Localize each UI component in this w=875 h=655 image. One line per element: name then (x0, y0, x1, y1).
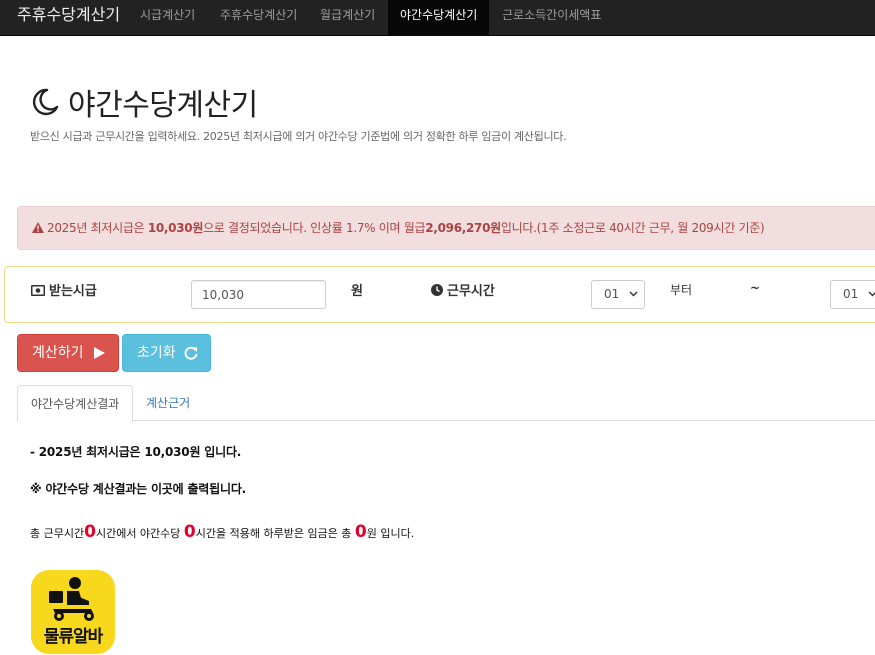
chevron-down-icon (629, 291, 638, 297)
tab-calculation-basis[interactable]: 계산근거 (133, 385, 203, 421)
warning-icon (32, 222, 44, 233)
alert-monthly: 2,096,270원 (425, 221, 501, 235)
logo-text: 물류알바 (43, 627, 104, 647)
result-notice: ※ 야간수당 계산결과는 이곳에 출력됩니다. (30, 482, 247, 496)
result-summary: 총 근무시간0시간에서 야간수당 0시간을 적용해 하루받은 임금은 총 0원 … (30, 522, 415, 542)
input-panel: 받는시급 원 근무시간 01 부터 ~ 01 (4, 266, 875, 323)
logistics-job-app-logo[interactable]: 물류알바 (31, 570, 115, 654)
page-title: 야간수당계산기 (68, 88, 258, 123)
min-wage-result-line: - 2025년 최저시급은 10,030원 입니다. (30, 445, 242, 459)
wage-label: 받는시급 (31, 280, 97, 299)
alert-prefix: 2025년 최저시급은 (47, 221, 148, 235)
reset-button[interactable]: 초기화 (122, 334, 211, 372)
nav-item-income-tax-table[interactable]: 근로소득간이세액표 (490, 0, 613, 36)
money-icon (31, 285, 45, 296)
chevron-down-icon (868, 291, 875, 297)
night-hours-value: 0 (183, 522, 196, 542)
nav-item-weekly-holiday-calculator[interactable]: 주휴수당계산기 (208, 0, 309, 36)
navbar-brand[interactable]: 주휴수당계산기 (17, 0, 120, 36)
nav-item-hourly-calculator[interactable]: 시급계산기 (128, 0, 207, 36)
total-hours-value: 0 (84, 522, 96, 542)
calculate-button[interactable]: 계산하기 (17, 334, 119, 372)
play-icon (94, 347, 105, 359)
total-pay-value: 0 (354, 522, 367, 542)
min-wage-alert: 2025년 최저시급은 10,030원으로 결정되었습니다. 인상률 1.7% … (17, 206, 875, 250)
tab-night-allowance-result[interactable]: 야간수당계산결과 (17, 385, 134, 422)
delivery-scooter-icon (49, 577, 94, 621)
end-hour-select[interactable]: 01 (830, 280, 875, 309)
start-hour-select[interactable]: 01 (591, 280, 645, 309)
clock-icon (431, 284, 443, 296)
alert-suffix: 입니다.(1주 소정근로 40시간 근무, 월 209시간 기준) (500, 221, 765, 235)
top-navbar: 주휴수당계산기 시급계산기 주휴수당계산기 월급계산기 야간수당계산기 근로소득… (0, 0, 875, 36)
alert-wage: 10,030원 (147, 221, 204, 235)
from-label: 부터 (670, 283, 693, 297)
wage-input[interactable] (191, 280, 326, 309)
hours-label: 근무시간 (431, 280, 495, 299)
page-header: 야간수당계산기 (30, 82, 258, 123)
tilde-separator: ~ (750, 281, 761, 295)
nav-item-monthly-calculator[interactable]: 월급계산기 (308, 0, 387, 36)
page-subtitle: 받으신 시급과 근무시간을 입력하세요. 2025년 최저시급에 의거 야간수당… (30, 130, 567, 143)
wage-unit: 원 (351, 284, 363, 299)
moon-icon (32, 88, 59, 116)
nav-item-night-allowance-calculator[interactable]: 야간수당계산기 (388, 0, 490, 36)
refresh-icon (184, 346, 198, 360)
alert-middle: 으로 결정되었습니다. 인상률 1.7% 이며 월급 (203, 221, 426, 235)
